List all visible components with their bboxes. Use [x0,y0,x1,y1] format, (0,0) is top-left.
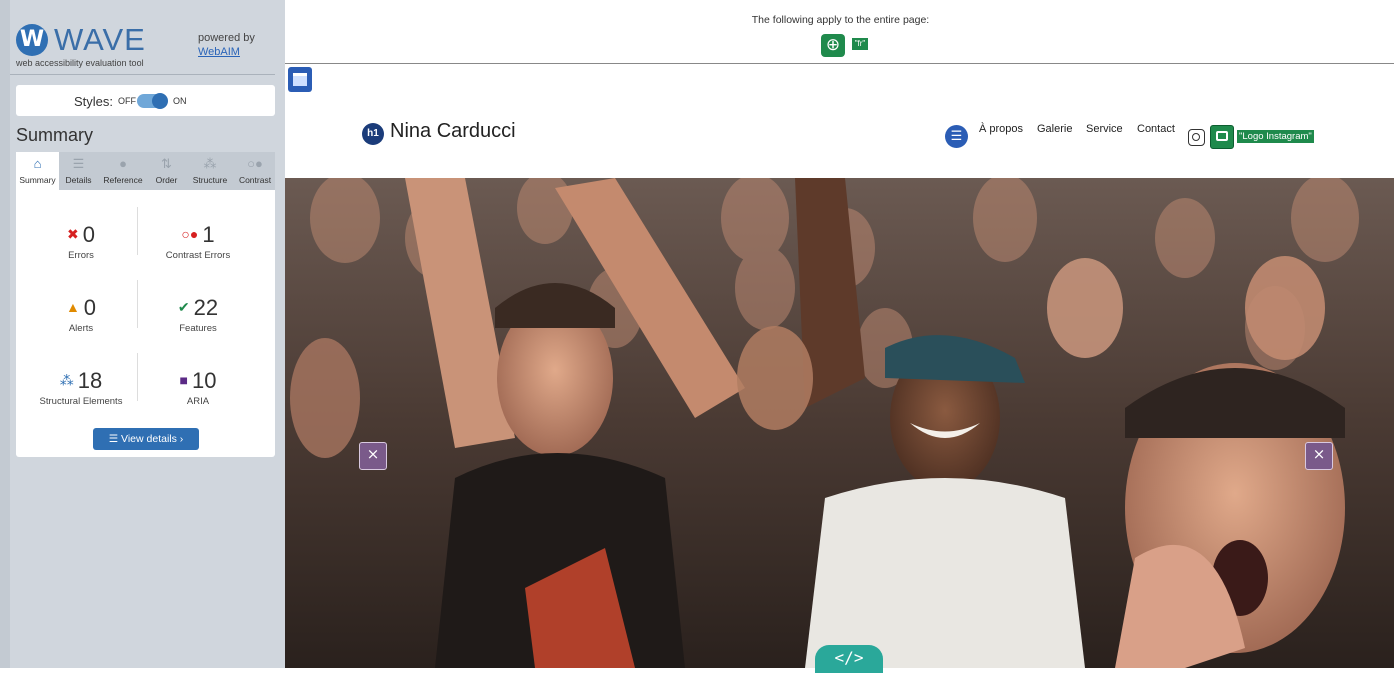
structure-icon: ⁂ [59,372,74,388]
tab-label: Contrast [238,175,272,185]
contrast-icon: ○● [247,156,263,171]
order-icon: ⇅ [161,156,172,171]
tab-summary[interactable]: ⌂ Summary [16,152,59,190]
alerts-count: 0 [83,295,97,320]
features-stat[interactable]: ✔ 22 Features [138,294,258,334]
webaim-link[interactable]: WebAIM [198,46,240,58]
styles-toggle-box: Styles: OFF ON [16,85,275,116]
tab-label: Summary [19,175,56,185]
slider-prev-icon[interactable] [359,442,387,470]
tab-details[interactable]: ☰ Details [59,152,98,190]
header-region-icon[interactable] [288,67,312,92]
wave-tagline: web accessibility evaluation tool [16,58,144,68]
structural-count: 18 [77,368,103,393]
tab-label: Order [155,175,178,185]
tab-label: Reference [103,175,143,185]
alt-text-icon[interactable] [1210,125,1234,149]
powered-by-label: powered by [198,32,255,44]
errors-stat[interactable]: ✖ 0 Errors [21,221,141,261]
errors-label: Errors [68,250,94,261]
aria-label: ARIA [186,396,210,407]
aria-icon: ■ [179,372,188,388]
globe-icon[interactable]: ⊕ [821,34,845,57]
wave-sidebar: W WAVE web accessibility evaluation tool… [0,0,285,668]
error-icon: ✖ [67,226,79,242]
hero-image [285,178,1394,668]
wave-header: W WAVE web accessibility evaluation tool… [10,14,275,75]
features-label: Features [179,323,217,334]
contrast-error-icon: ○● [181,226,199,242]
styles-on-label: ON [173,96,187,106]
aria-stat[interactable]: ■ 10 ARIA [138,367,258,407]
list-icon[interactable]: ☰ [945,125,968,148]
contrast-errors-label: Contrast Errors [165,250,231,261]
alerts-stat[interactable]: ▲ 0 Alerts [21,294,141,334]
alerts-label: Alerts [68,323,94,334]
tab-order[interactable]: ⇅ Order [148,152,185,190]
instagram-icon[interactable] [1188,129,1205,146]
code-icon[interactable]: </> [815,645,883,673]
tab-contrast[interactable]: ○● Contrast [235,152,275,190]
styles-label: Styles: [74,94,114,109]
slider-next-icon[interactable] [1305,442,1333,470]
features-count: 22 [193,295,219,320]
h1-icon[interactable]: h1 [362,123,384,145]
list-icon: ☰ [72,156,85,171]
tab-structure[interactable]: ⁂ Structure [185,152,235,190]
structural-label: Structural Elements [39,396,123,407]
nav-link-galerie[interactable]: Galerie [1037,123,1072,135]
info-icon: ● [119,156,127,171]
nav-link-apropos[interactable]: À propos [979,123,1023,135]
wave-tabs: ⌂ Summary ☰ Details ● Reference ⇅ Order … [16,152,275,190]
page-notice-text: The following apply to the entire page: [751,14,930,26]
wave-logo-icon: W [16,24,48,56]
summary-card: ✖ 0 Errors ○● 1 Contrast Errors ▲ 0 Alerts … [16,190,275,457]
feature-icon: ✔ [177,299,190,315]
page-notice-bar: The following apply to the entire page: … [285,14,1394,64]
alt-text-badge: "Logo Instagram" [1237,130,1314,143]
styles-toggle-switch[interactable] [137,93,168,109]
tab-reference[interactable]: ● Reference [98,152,148,190]
tab-label: Details [65,175,92,185]
sidebar-edge [0,0,10,668]
aria-count: 10 [191,368,217,393]
tab-label: Structure [192,175,228,185]
errors-count: 0 [82,222,95,247]
summary-heading: Summary [16,125,94,145]
home-icon: ⌂ [33,156,42,171]
structural-stat[interactable]: ⁂ 18 Structural Elements [21,367,141,407]
wave-logo-text: WAVE [54,22,146,57]
alert-icon: ▲ [65,299,80,315]
view-details-button[interactable]: ☰ View details › [93,428,199,450]
contrast-errors-count: 1 [202,222,215,247]
nav-link-service[interactable]: Service [1086,123,1123,135]
concert-crowd-image [285,178,1394,668]
structure-icon: ⁂ [203,156,217,171]
contrast-errors-stat[interactable]: ○● 1 Contrast Errors [138,221,258,261]
language-badge[interactable]: "fr" [852,38,868,50]
evaluated-page: The following apply to the entire page: … [285,0,1394,673]
styles-off-label: OFF [118,96,136,106]
toggle-knob [152,93,168,109]
nav-link-contact[interactable]: Contact [1137,123,1175,135]
site-title: Nina Carducci [390,120,516,142]
